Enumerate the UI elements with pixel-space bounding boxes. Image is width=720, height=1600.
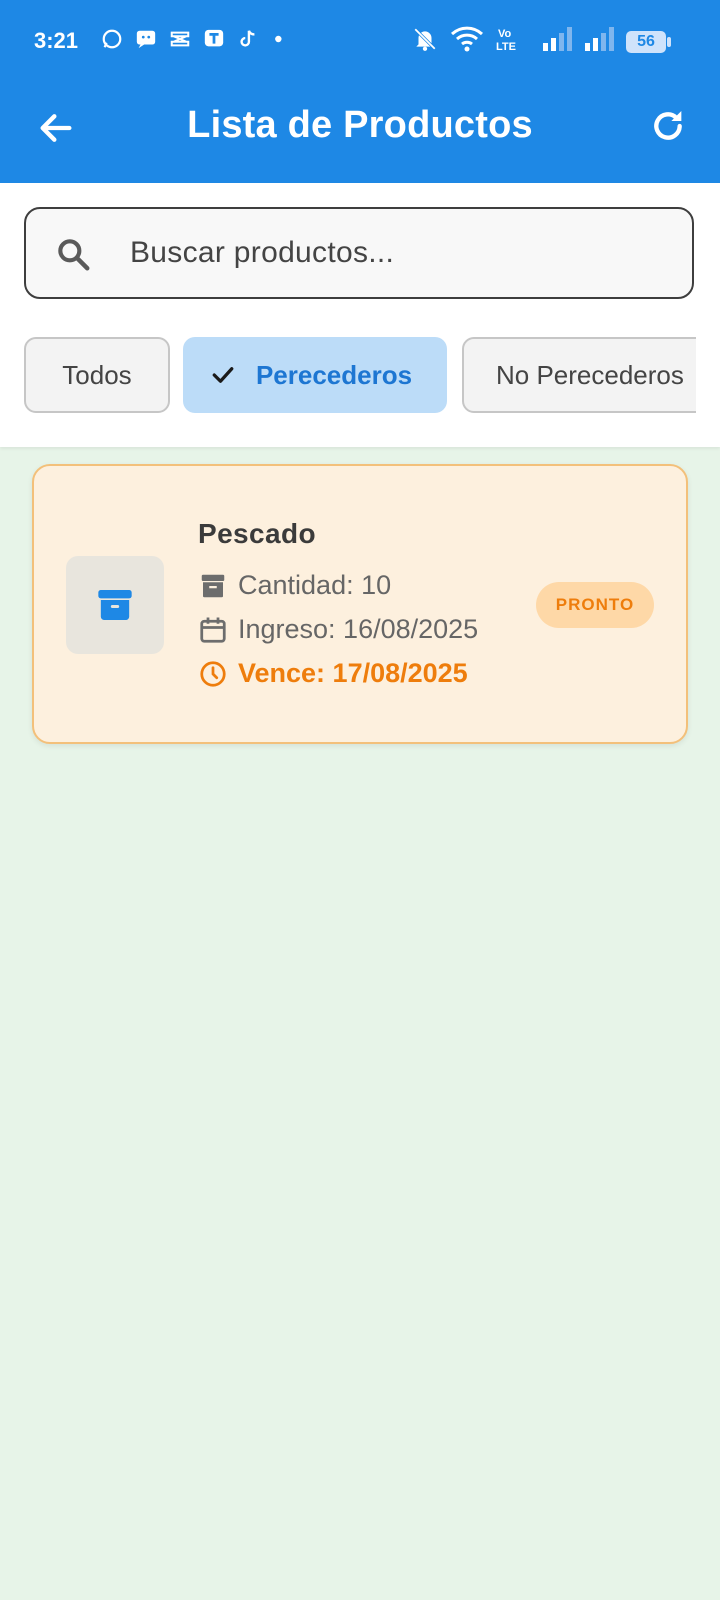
quantity-row: Cantidad: 10 bbox=[198, 570, 391, 601]
wifi-icon bbox=[450, 26, 484, 58]
refresh-icon[interactable] bbox=[648, 106, 688, 146]
expiry-date-row: Vence: 17/08/2025 bbox=[198, 658, 468, 689]
status-time: 3:21 bbox=[34, 28, 79, 53]
product-thumbnail bbox=[66, 556, 164, 654]
signal-2-icon bbox=[584, 27, 614, 57]
svg-text:Vo: Vo bbox=[498, 28, 512, 40]
app-t-icon bbox=[202, 28, 226, 50]
chip-label: No Perecederos bbox=[496, 359, 684, 390]
app-bar: 3:21 Vo LTE 56 Lista de Productos bbox=[0, 0, 720, 183]
chip-label: Todos bbox=[62, 359, 132, 390]
calendar-icon bbox=[200, 617, 226, 643]
dot-icon bbox=[270, 28, 294, 50]
product-name: Pescado bbox=[198, 518, 316, 549]
svg-text:LTE: LTE bbox=[496, 41, 516, 52]
whatsapp-icon bbox=[100, 28, 124, 50]
search-icon bbox=[54, 235, 92, 273]
status-badge: PRONTO bbox=[536, 582, 654, 628]
search-input[interactable]: Buscar productos... bbox=[24, 207, 694, 299]
tiktok-icon bbox=[236, 28, 260, 50]
expiry-date-text: Vence: 17/08/2025 bbox=[238, 658, 468, 688]
capcut-icon bbox=[168, 28, 192, 50]
chip-label: Perecederos bbox=[255, 359, 413, 390]
signal-1-icon bbox=[542, 27, 572, 57]
entry-date-row: Ingreso: 16/08/2025 bbox=[198, 614, 478, 645]
clock-icon bbox=[200, 660, 226, 687]
battery-icon: 56 bbox=[626, 31, 671, 53]
toolbar: Lista de Productos bbox=[0, 84, 720, 183]
check-icon bbox=[208, 360, 238, 390]
muted-bell-icon bbox=[412, 26, 438, 58]
system-icons: Vo LTE 56 bbox=[412, 26, 671, 58]
filter-panel: Buscar productos... Todos Perecederos No… bbox=[0, 183, 720, 447]
status-bar: 3:21 Vo LTE 56 bbox=[0, 0, 720, 84]
chip-no-perecederos[interactable]: No Perecederos bbox=[462, 337, 696, 413]
chip-perecederos[interactable]: Perecederos bbox=[183, 337, 447, 413]
message-icon bbox=[134, 28, 158, 50]
archive-box-icon bbox=[98, 590, 132, 620]
inventory-icon bbox=[201, 574, 225, 597]
filter-chips: Todos Perecederos No Perecederos bbox=[24, 337, 696, 415]
page-title: Lista de Productos bbox=[187, 104, 533, 146]
chip-todos[interactable]: Todos bbox=[24, 337, 170, 413]
entry-date-text: Ingreso: 16/08/2025 bbox=[238, 614, 479, 644]
search-placeholder: Buscar productos... bbox=[130, 236, 395, 269]
notification-icons bbox=[100, 28, 294, 50]
quantity-text: Cantidad: 10 bbox=[238, 570, 392, 600]
volte-icon: Vo LTE bbox=[496, 26, 530, 58]
product-card[interactable]: Pescado Cantidad: 10 Ingreso: 16/08/2025… bbox=[32, 464, 688, 744]
